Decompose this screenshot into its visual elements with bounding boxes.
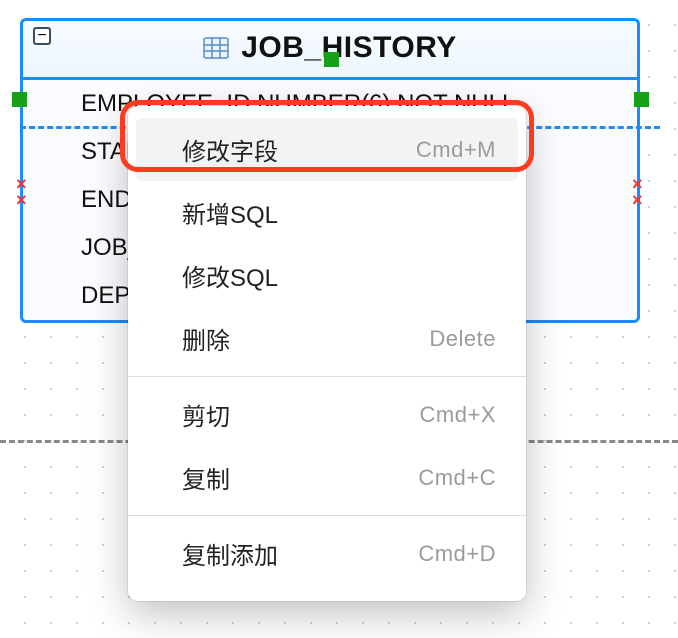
table-icon [203, 37, 229, 59]
menu-item-cut[interactable]: 剪切 Cmd+X [128, 383, 526, 446]
menu-item-delete[interactable]: 删除 Delete [128, 307, 526, 370]
anchor-x-left-2: × [16, 192, 32, 208]
anchor-x-right-2: × [632, 192, 648, 208]
menu-item-label: 新增SQL [182, 195, 278, 230]
menu-item-label: 剪切 [182, 397, 230, 432]
entity-header[interactable]: − JOB_HISTORY [23, 21, 637, 80]
menu-separator [128, 515, 526, 516]
resize-handle-left[interactable] [12, 92, 27, 107]
resize-handle-right[interactable] [634, 92, 649, 107]
menu-item-shortcut: Cmd+M [416, 137, 496, 163]
menu-item-label: 复制添加 [182, 536, 278, 571]
resize-handle-top[interactable] [324, 52, 339, 67]
menu-item-modify-field[interactable]: 修改字段 Cmd+M [136, 118, 518, 181]
menu-item-label: 修改SQL [182, 258, 278, 293]
menu-item-shortcut: Delete [429, 326, 496, 352]
menu-item-shortcut: Cmd+D [418, 541, 496, 567]
collapse-button[interactable]: − [33, 27, 51, 45]
menu-item-shortcut: Cmd+X [420, 402, 496, 428]
context-menu: 修改字段 Cmd+M 新增SQL 修改SQL 删除 Delete 剪切 Cmd+… [128, 106, 526, 601]
menu-item-copy[interactable]: 复制 Cmd+C [128, 446, 526, 509]
menu-separator [128, 376, 526, 377]
menu-item-copy-add[interactable]: 复制添加 Cmd+D [128, 522, 526, 585]
menu-item-label: 复制 [182, 460, 230, 495]
entity-title: JOB_HISTORY [241, 31, 457, 65]
menu-item-modify-sql[interactable]: 修改SQL [128, 244, 526, 307]
menu-item-label: 修改字段 [182, 132, 278, 167]
menu-item-new-sql[interactable]: 新增SQL [128, 181, 526, 244]
menu-item-label: 删除 [182, 321, 230, 356]
menu-item-shortcut: Cmd+C [418, 465, 496, 491]
